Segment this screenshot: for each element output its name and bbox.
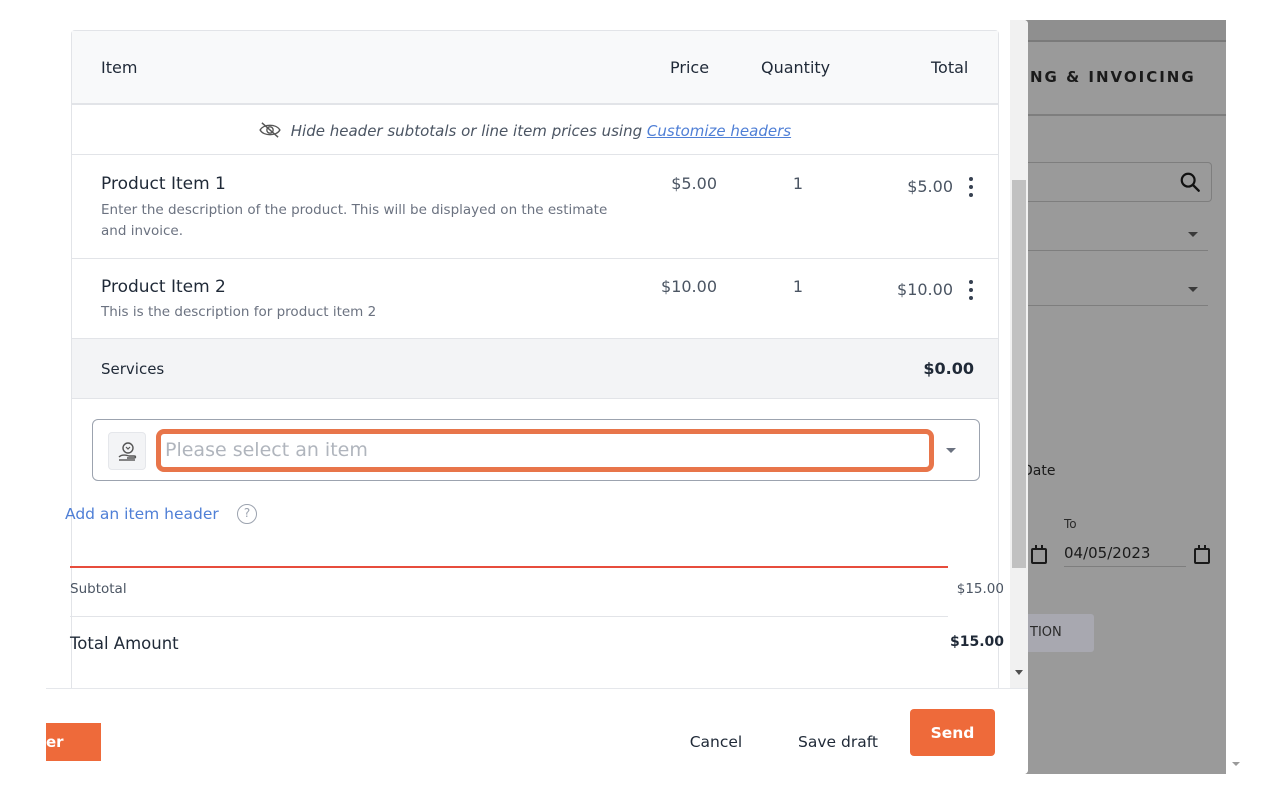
- background-section-title: NG & INVOICING: [1030, 68, 1196, 86]
- column-header-total: Total: [931, 58, 969, 77]
- eye-off-icon: [259, 122, 281, 138]
- hint-text: Hide header subtotals or line item price…: [290, 122, 643, 140]
- highlight-annotation: [156, 429, 934, 472]
- cancel-button[interactable]: Cancel: [670, 723, 762, 761]
- items-table: Item Price Quantity Total Hide header su…: [71, 30, 999, 688]
- summary-row-divider: [70, 616, 948, 617]
- item-price: $10.00: [661, 277, 717, 296]
- subtotal-label: Subtotal: [70, 581, 127, 597]
- summary-divider: [70, 566, 948, 568]
- more-options-icon[interactable]: [964, 176, 978, 200]
- send-button[interactable]: Send: [910, 709, 995, 756]
- total-amount-label: Total Amount: [70, 634, 179, 653]
- background-divider: [1022, 114, 1226, 116]
- item-price: $5.00: [671, 174, 717, 193]
- invoice-modal: Item Price Quantity Total Hide header su…: [46, 20, 1028, 774]
- background-to-label: To: [1064, 517, 1077, 531]
- table-header: Item Price Quantity Total: [72, 31, 998, 105]
- table-row: Product Item 2 This is the description f…: [72, 259, 998, 339]
- column-header-price: Price: [670, 58, 710, 77]
- scrollbar-thumb[interactable]: [1012, 180, 1026, 568]
- background-to-date-input[interactable]: 04/05/2023: [1064, 544, 1186, 567]
- chevron-down-icon[interactable]: [1188, 287, 1198, 292]
- services-header-row: Services $0.00: [72, 339, 998, 399]
- page-scrollbar[interactable]: [1228, 20, 1244, 774]
- item-total: $5.00: [907, 177, 953, 196]
- calendar-icon[interactable]: [1031, 545, 1047, 564]
- help-icon[interactable]: ?: [237, 504, 257, 524]
- hint-content: Hide header subtotals or line item price…: [258, 121, 791, 140]
- subtotal-value: $15.00: [956, 581, 1004, 597]
- search-icon[interactable]: [1179, 171, 1201, 193]
- background-select-2[interactable]: [1022, 305, 1208, 306]
- scroll-down-arrow-icon[interactable]: [1015, 670, 1023, 675]
- total-amount-value: $15.00: [949, 634, 1004, 650]
- item-name: Product Item 2: [101, 277, 226, 297]
- background-app: NG & INVOICING Date To 04/05/2023 TION: [1022, 20, 1226, 774]
- save-draft-button[interactable]: Save draft: [786, 723, 890, 761]
- calendar-icon[interactable]: [1194, 545, 1210, 564]
- more-options-icon[interactable]: [964, 279, 978, 303]
- column-header-quantity: Quantity: [761, 58, 831, 77]
- column-header-item: Item: [101, 58, 138, 77]
- background-topbar: [1022, 20, 1226, 42]
- item-total: $10.00: [897, 280, 953, 299]
- table-row: Product Item 1 Enter the description of …: [72, 156, 998, 259]
- scroll-down-arrow-icon[interactable]: [1232, 762, 1240, 766]
- modal-scroll-area: Item Price Quantity Total Hide header su…: [46, 20, 1028, 688]
- item-select-dropdown[interactable]: Please select an item: [92, 419, 980, 481]
- footer-left-button[interactable]: er: [46, 723, 101, 761]
- customize-headers-hint: Hide header subtotals or line item price…: [72, 105, 998, 155]
- item-description: This is the description for product item…: [101, 304, 377, 320]
- chevron-down-icon[interactable]: [1188, 232, 1198, 237]
- chevron-down-icon[interactable]: [946, 448, 956, 453]
- item-quantity: 1: [792, 174, 804, 193]
- modal-footer: er Cancel Save draft Send: [46, 688, 1028, 774]
- add-item-header-link[interactable]: Add an item header: [65, 505, 219, 523]
- background-action-button[interactable]: TION: [1022, 614, 1094, 652]
- background-select-1[interactable]: [1022, 250, 1208, 251]
- customize-headers-link[interactable]: Customize headers: [647, 122, 791, 140]
- screen: NG & INVOICING Date To 04/05/2023 TION I…: [0, 0, 1268, 786]
- services-total: $0.00: [923, 359, 974, 378]
- item-description: Enter the description of the product. Th…: [101, 202, 608, 239]
- services-label: Services: [101, 360, 165, 378]
- box-hand-icon: [108, 432, 146, 470]
- modal-scrollbar[interactable]: [1010, 20, 1028, 688]
- background-search-box[interactable]: [1022, 162, 1212, 202]
- item-quantity: 1: [792, 277, 804, 296]
- item-name: Product Item 1: [101, 174, 226, 194]
- footer-left-button-label: er: [46, 733, 64, 751]
